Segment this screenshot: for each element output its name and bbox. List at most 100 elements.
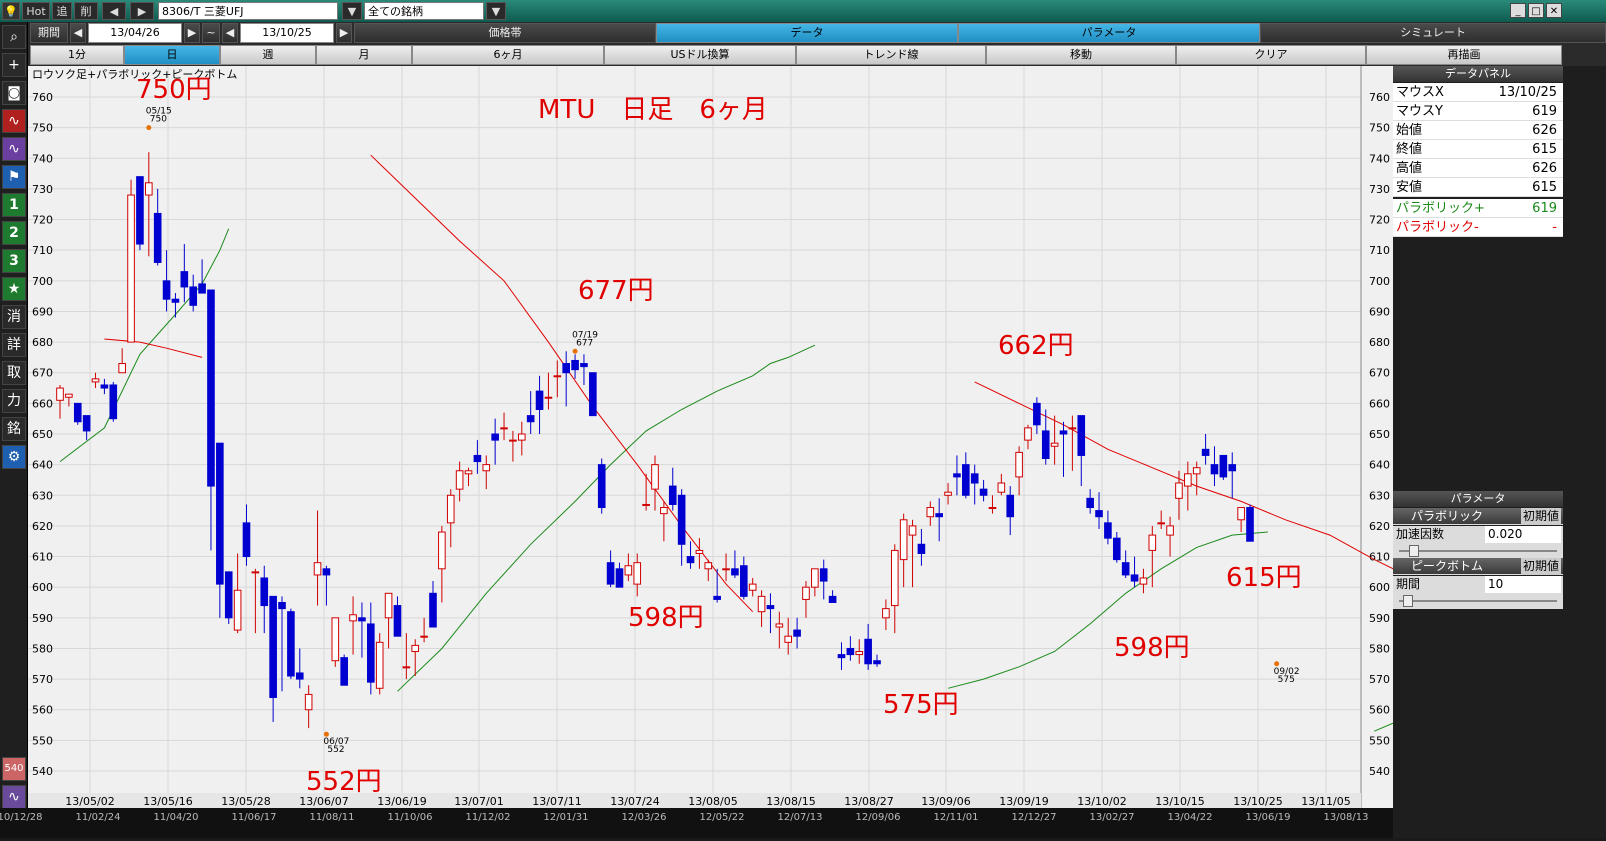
peakbottom-label: ピークボトム xyxy=(1411,559,1484,573)
candle-body xyxy=(251,571,260,574)
usd-convert-button[interactable]: USドル換算 xyxy=(604,45,796,65)
close-icon[interactable]: ✕ xyxy=(1546,3,1562,18)
range-day[interactable]: 日 xyxy=(124,45,220,65)
candle-body xyxy=(1184,473,1192,487)
next-arrow-icon[interactable]: ▶ xyxy=(130,2,154,20)
to-date-field[interactable]: 13/10/25 xyxy=(240,23,334,43)
data-row: マウスY 619 xyxy=(1393,102,1563,121)
from-date-field[interactable]: 13/04/26 xyxy=(88,23,182,43)
candle-body xyxy=(1059,430,1068,435)
preset-3-button[interactable]: 3 xyxy=(2,249,26,273)
minimize-icon[interactable]: _ xyxy=(1510,3,1526,18)
candle-body xyxy=(1077,415,1086,456)
accel-input[interactable]: 0.020 xyxy=(1485,526,1561,543)
data-row: マウスX 13/10/25 xyxy=(1393,83,1563,102)
peakbottom-reset-button[interactable]: 初期値 xyxy=(1520,558,1561,575)
candle-body xyxy=(899,519,908,561)
x-tick-label: 13/05/28 xyxy=(221,795,270,808)
candle-body xyxy=(145,182,153,196)
range-month[interactable]: 月 xyxy=(316,45,412,65)
bulb-icon[interactable]: 💡 xyxy=(2,2,20,20)
dropdown-arrow-icon[interactable]: ▼ xyxy=(486,2,506,20)
fetch-button[interactable]: 取 xyxy=(2,361,26,385)
candle-body xyxy=(704,562,713,570)
prev-arrow-icon[interactable]: ◀ xyxy=(102,2,126,20)
next-arrow-icon[interactable]: ▶ xyxy=(336,23,352,43)
clear-button[interactable]: クリア xyxy=(1176,45,1366,65)
symbol-field[interactable]: 8306/T 三菱UFJ xyxy=(158,2,338,20)
parabolic-reset-button[interactable]: 初期値 xyxy=(1520,508,1561,525)
candle-body xyxy=(668,485,677,505)
y-tick-label: 540 xyxy=(1369,765,1390,778)
ticker-button[interactable]: 銘 xyxy=(2,417,26,441)
mini-chart-icon[interactable]: 540 xyxy=(2,757,26,781)
tab-data[interactable]: データ xyxy=(656,23,958,43)
candlestick-chart[interactable]: 760 760 750 750 740 740 730 730 720 720 710 710 700 7… xyxy=(28,66,1606,808)
sar-minus-row: パラボリック- - xyxy=(1393,218,1563,237)
tab-simulate[interactable]: シミュレート xyxy=(1260,23,1606,43)
price-note: 552円 xyxy=(306,767,382,797)
move-button[interactable]: 移動 xyxy=(986,45,1176,65)
x-tick-label: 13/08/05 xyxy=(688,795,737,808)
candle-body xyxy=(740,565,748,597)
candle-body xyxy=(162,280,171,300)
delete-button[interactable]: 削 xyxy=(74,2,98,20)
panel-value: - xyxy=(1552,220,1557,235)
range-toolbar: 1分 日 週 月 6ヶ月 USドル換算 トレンド線 移動 クリア 再描画 xyxy=(0,44,1606,66)
input-button[interactable]: 力 xyxy=(2,389,26,413)
peak-marker xyxy=(572,348,578,354)
tab-price-range[interactable]: 価格帯 xyxy=(354,23,656,43)
candle-body xyxy=(331,617,340,662)
accel-slider[interactable] xyxy=(1393,543,1563,559)
peak-marker xyxy=(1274,661,1280,667)
y-tick-label-left: 550 xyxy=(32,734,53,747)
camera-icon[interactable]: ◙ xyxy=(2,81,26,105)
prev-arrow-icon[interactable]: ◀ xyxy=(222,23,238,43)
period-input[interactable]: 10 xyxy=(1485,576,1561,593)
chart-line-icon[interactable]: ∿ xyxy=(2,109,26,133)
candle-body xyxy=(358,617,366,622)
preset-1-button[interactable]: 1 xyxy=(2,193,26,217)
next-arrow-icon[interactable]: ▶ xyxy=(184,23,200,43)
panel-value: 619 xyxy=(1532,104,1557,119)
y-tick-label: 580 xyxy=(1369,642,1390,655)
flag-icon[interactable]: ⚑ xyxy=(2,165,26,189)
trendline-button[interactable]: トレンド線 xyxy=(796,45,986,65)
candle-body xyxy=(1210,464,1219,475)
detail-button[interactable]: 詳 xyxy=(2,333,26,357)
slider-thumb[interactable] xyxy=(1403,595,1413,607)
period-slider[interactable] xyxy=(1393,593,1563,609)
redraw-button[interactable]: 再描画 xyxy=(1366,45,1562,65)
chart-annotation-title: MTU 日足 6ヶ月 xyxy=(538,95,768,125)
universe-field[interactable]: 全ての銘柄 xyxy=(364,2,484,20)
y-tick-label: 590 xyxy=(1369,612,1390,625)
chart-area[interactable]: 760 760 750 750 740 740 730 730 720 720 710 710 700 7… xyxy=(28,66,1606,808)
tab-parameter[interactable]: パラメータ xyxy=(958,23,1260,43)
prev-arrow-icon[interactable]: ◀ xyxy=(70,23,86,43)
erase-button[interactable]: 消 xyxy=(2,305,26,329)
range-1min[interactable]: 1分 xyxy=(30,45,124,65)
candle-body xyxy=(216,442,224,585)
slider-thumb[interactable] xyxy=(1409,545,1419,557)
candle-body xyxy=(953,473,961,478)
candle-body xyxy=(1095,510,1103,518)
search-icon[interactable]: ⌕ xyxy=(2,25,26,49)
dropdown-arrow-icon[interactable]: ▼ xyxy=(342,2,362,20)
candle-body xyxy=(748,583,757,591)
range-week[interactable]: 週 xyxy=(220,45,316,65)
y-tick-label-left: 700 xyxy=(32,275,53,288)
hot-button[interactable]: Hot xyxy=(22,2,50,20)
gear-icon[interactable]: ⚙ xyxy=(2,445,26,469)
chart-area-icon[interactable]: ∿ xyxy=(2,137,26,161)
candle-body xyxy=(473,454,482,463)
crosshair-icon[interactable]: + xyxy=(2,53,26,77)
preset-2-button[interactable]: 2 xyxy=(2,221,26,245)
overview-axis[interactable]: 10/12/28 11/02/24 11/04/20 11/06/17 11/08/11… xyxy=(0,808,1606,838)
add-button[interactable]: 追 xyxy=(52,2,72,20)
star-icon[interactable]: ★ xyxy=(2,277,26,301)
x-tick-label: 13/05/16 xyxy=(143,795,192,808)
maximize-icon[interactable]: □ xyxy=(1528,3,1544,18)
chart-area-icon[interactable]: ∿ xyxy=(2,785,26,809)
range-6month[interactable]: 6ヶ月 xyxy=(412,45,604,65)
candle-body xyxy=(597,464,606,509)
